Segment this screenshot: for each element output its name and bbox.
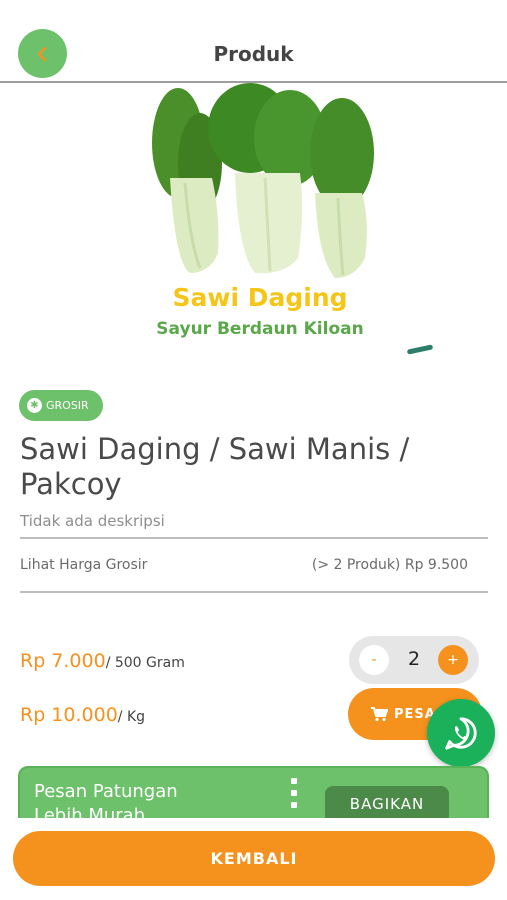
decrement-button[interactable]: - [359,645,389,675]
back-footer-button[interactable]: KEMBALI [13,831,495,886]
share-button-label: BAGIKAN [349,795,425,813]
price-per-500g: Rp 7.000/ 500 Gram [20,650,185,672]
quantity-stepper: - 2 + [349,636,479,684]
increment-button[interactable]: + [438,645,468,675]
image-decoration [406,344,434,355]
image-title: Sawi Daging [172,283,348,312]
price-unit: / Kg [117,709,146,725]
leaf-icon: ✱ [27,398,42,413]
price-unit: / 500 Gram [105,655,185,671]
product-image: Sawi Daging Sayur Berdaun Kiloan [130,83,434,355]
quantity-value: 2 [407,648,421,670]
badge-label: GROSIR [46,399,89,412]
group-buy-card: Pesan Patungan Lebih Murah BAGIKAN [18,766,489,818]
whatsapp-button[interactable] [427,699,495,767]
product-name: Sawi Daging / Sawi Manis / Pakcoy [20,432,410,501]
cart-icon [371,707,388,722]
more-options-icon[interactable] [291,778,297,808]
wholesale-price: (> 2 Produk) Rp 9.500 [311,557,468,573]
price-per-kg: Rp 10.000/ Kg [20,704,145,726]
divider [20,537,488,539]
page-title: Produk [213,42,294,66]
group-buy-text: Pesan Patungan Lebih Murah [34,780,178,818]
wholesale-link[interactable]: Lihat Harga Grosir [20,557,147,573]
pakcoy-illustration [152,83,374,278]
group-buy-line2: Lebih Murah [34,805,146,818]
price-value: Rp 10.000 [20,704,118,726]
share-button[interactable]: BAGIKAN [325,786,449,818]
product-description: Tidak ada deskripsi [20,512,165,530]
grosir-badge: ✱ GROSIR [19,390,103,421]
price-value: Rp 7.000 [20,650,106,672]
back-footer-label: KEMBALI [210,849,298,868]
whatsapp-icon [445,717,477,750]
app-header: Produk [0,0,507,83]
wholesale-price-row[interactable]: Lihat Harga Grosir (> 2 Produk) Rp 9.500 [20,540,488,593]
group-buy-line1: Pesan Patungan [34,781,178,802]
image-subtitle: Sayur Berdaun Kiloan [156,319,364,339]
